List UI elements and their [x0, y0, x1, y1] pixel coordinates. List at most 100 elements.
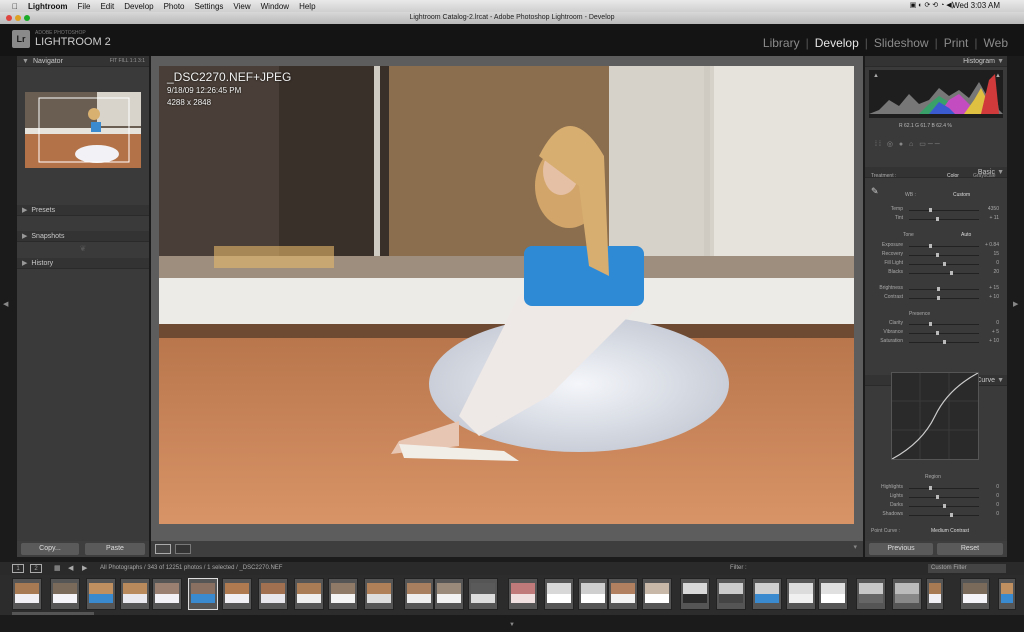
bottom-panel-toggle-icon[interactable]: ▼ [509, 622, 515, 628]
menu-settings[interactable]: Settings [195, 2, 224, 11]
slider-brightness[interactable]: Brightness + 15 [869, 285, 1003, 293]
filmstrip-thumbnail[interactable] [404, 578, 434, 610]
filmstrip-thumbnail[interactable] [752, 578, 782, 610]
filmstrip-thumbnail[interactable] [716, 578, 746, 610]
slider-knob[interactable] [937, 296, 940, 300]
module-slideshow[interactable]: Slideshow [868, 36, 935, 50]
slider-lights[interactable]: Lights 0 [869, 493, 1003, 501]
filmstrip-thumbnail[interactable] [544, 578, 574, 610]
slider-blacks[interactable]: Blacks 20 [869, 269, 1003, 277]
apple-icon[interactable]:  [12, 2, 18, 11]
menu-view[interactable]: View [233, 2, 250, 11]
filmstrip-source[interactable]: All Photographs / 343 of 12251 photos / … [100, 565, 282, 571]
filmstrip-thumbnail[interactable] [152, 578, 182, 610]
slider-knob[interactable] [936, 495, 939, 499]
slider-track[interactable] [909, 298, 979, 299]
slider-knob[interactable] [936, 331, 939, 335]
slider-track[interactable] [909, 273, 979, 274]
filmstrip-thumbnail[interactable] [642, 578, 672, 610]
slider-knob[interactable] [929, 322, 932, 326]
slider-track[interactable] [909, 246, 979, 247]
menu-lightroom[interactable]: Lightroom [28, 2, 68, 11]
module-web[interactable]: Web [978, 36, 1014, 50]
slider-highlights[interactable]: Highlights 0 [869, 484, 1003, 492]
module-develop[interactable]: Develop [809, 36, 865, 50]
slider-track[interactable] [909, 255, 979, 256]
menu-window[interactable]: Window [261, 2, 289, 11]
filmstrip-thumbnail[interactable] [294, 578, 324, 610]
filmstrip-thumbnail[interactable] [12, 578, 42, 610]
screen-2-button[interactable]: 2 [30, 564, 42, 573]
treatment-color-option[interactable]: Color [947, 173, 959, 179]
slider-recovery[interactable]: Recovery 15 [869, 251, 1003, 259]
screen-1-button[interactable]: 1 [12, 564, 24, 573]
slider-fill-light[interactable]: Fill Light 0 [869, 260, 1003, 268]
menu-photo[interactable]: Photo [164, 2, 185, 11]
filmstrip-thumbnail[interactable] [434, 578, 464, 610]
menu-edit[interactable]: Edit [100, 2, 114, 11]
filmstrip-thumbnail[interactable] [998, 578, 1016, 610]
slider-knob[interactable] [950, 271, 953, 275]
slider-knob[interactable] [943, 504, 946, 508]
minimize-window-button[interactable] [15, 15, 21, 21]
filmstrip-thumbnail[interactable] [364, 578, 394, 610]
history-header[interactable]: ▶ History [17, 258, 149, 269]
before-after-view-icon[interactable] [175, 544, 191, 554]
slider-knob[interactable] [929, 244, 932, 248]
filmstrip-thumbnail[interactable] [120, 578, 150, 610]
previous-button[interactable]: Previous [869, 543, 933, 555]
slider-knob[interactable] [943, 340, 946, 344]
reset-button[interactable]: Reset [937, 543, 1003, 555]
slider-knob[interactable] [936, 217, 939, 221]
slider-track[interactable] [909, 488, 979, 489]
navigator-header[interactable]: ▼ Navigator FIT FILL 1:1 3:1 [17, 56, 149, 67]
grid-icon[interactable]: ▦ [54, 564, 61, 572]
right-panel-toggle-icon[interactable]: ▶ [1013, 300, 1018, 308]
close-window-button[interactable] [6, 15, 12, 21]
slider-knob[interactable] [929, 208, 932, 212]
tone-auto-button[interactable]: Auto [961, 232, 971, 238]
main-photo[interactable]: _DSC2270.NEF+JPEG 9/18/09 12:26:45 PM 42… [159, 66, 854, 524]
slider-track[interactable] [909, 333, 979, 334]
slider-track[interactable] [909, 497, 979, 498]
slider-knob[interactable] [943, 262, 946, 266]
filmstrip-thumbnail[interactable] [926, 578, 944, 610]
filmstrip-thumbnail[interactable] [818, 578, 848, 610]
filmstrip-thumbnail[interactable] [578, 578, 608, 610]
copy-settings-button[interactable]: Copy... [21, 543, 79, 555]
treatment-grayscale-option[interactable]: Grayscale [973, 173, 996, 179]
module-library[interactable]: Library [757, 36, 806, 50]
filmstrip-thumbnail[interactable] [50, 578, 80, 610]
slider-track[interactable] [909, 219, 979, 220]
filmstrip-thumbnail[interactable] [960, 578, 990, 610]
slider-knob[interactable] [936, 253, 939, 257]
filmstrip-thumbnail[interactable] [468, 578, 498, 610]
slider-temp[interactable]: Temp 4350 [869, 206, 1003, 214]
histogram-chart[interactable]: ▲ ▲ [869, 70, 1003, 118]
slider-track[interactable] [909, 515, 979, 516]
slider-vibrance[interactable]: Vibrance + 5 [869, 329, 1003, 337]
left-panel-toggle-icon[interactable]: ◀ [3, 300, 8, 308]
develop-tool-strip[interactable]: ⁞⁞ ◎ ● ⌂ ▭── [875, 140, 995, 150]
slider-contrast[interactable]: Contrast + 10 [869, 294, 1003, 302]
filmstrip-thumbnail[interactable] [258, 578, 288, 610]
module-print[interactable]: Print [938, 36, 975, 50]
filmstrip-scrollbar[interactable] [12, 612, 94, 615]
slider-track[interactable] [909, 324, 979, 325]
filmstrip-thumbnail[interactable] [508, 578, 538, 610]
toolbar-menu-icon[interactable]: ▾ [853, 543, 857, 551]
presets-header[interactable]: ▶ Presets [17, 205, 149, 216]
navigator-preview[interactable] [25, 92, 141, 168]
filmstrip-thumbnail[interactable] [892, 578, 922, 610]
slider-knob[interactable] [950, 513, 953, 517]
forward-arrow-icon[interactable]: ▶ [82, 564, 87, 572]
filmstrip-thumbnail[interactable] [856, 578, 886, 610]
point-curve-select[interactable]: Medium Contrast [931, 528, 969, 534]
loupe-view-icon[interactable] [155, 544, 171, 554]
slider-track[interactable] [909, 210, 979, 211]
slider-track[interactable] [909, 289, 979, 290]
paste-settings-button[interactable]: Paste [85, 543, 145, 555]
slider-saturation[interactable]: Saturation + 10 [869, 338, 1003, 346]
slider-shadows[interactable]: Shadows 0 [869, 511, 1003, 519]
back-arrow-icon[interactable]: ◀ [68, 564, 73, 572]
